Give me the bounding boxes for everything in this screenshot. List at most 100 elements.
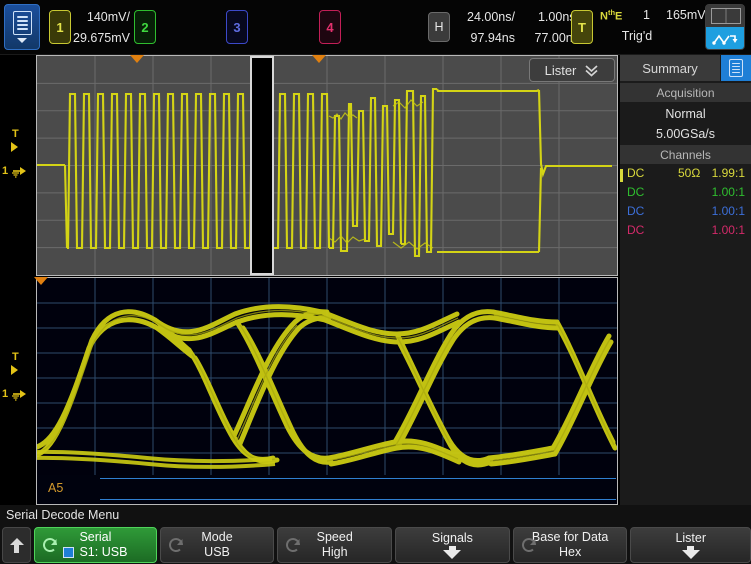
rotary-knob-icon (521, 537, 538, 554)
summary-channel-row-4: DC 1.00:1 (620, 223, 751, 242)
summary-document-icon[interactable] (721, 55, 751, 81)
upper-trigger-marker-label: T (12, 128, 19, 140)
horizontal-main-delay: 97.94ns (455, 28, 515, 49)
oscilloscope-screen: 1 140mV/ 29.675mV 2 3 4 H 24.00ns/ 97.94… (0, 0, 751, 564)
channel-1-offset: 29.675mV (72, 28, 130, 49)
submenu-down-arrow-icon (682, 546, 700, 559)
channel-1-color-tick (620, 169, 623, 182)
main-menu-button[interactable] (4, 4, 40, 50)
trigger-level: 165mV (666, 8, 706, 22)
trigger-button[interactable]: T (571, 10, 593, 44)
main-timebase-pane[interactable]: Lister (36, 55, 618, 276)
summary-channel-row-2: DC 1.00:1 (620, 185, 751, 204)
channel-3-button[interactable]: 3 (226, 10, 248, 44)
channel-4-button[interactable]: 4 (319, 10, 341, 44)
menu-title: Serial Decode Menu (6, 508, 119, 522)
softkey-serial-value: S1: USB (63, 545, 127, 560)
trigger-position-marker-upper[interactable] (130, 55, 144, 63)
zoom-position-marker-upper[interactable] (312, 55, 326, 63)
lister-button-label: Lister (545, 63, 577, 78)
channel-3-coupling: DC (627, 204, 644, 218)
chevron-down-icon (17, 38, 27, 43)
softkey-signals[interactable]: Signals (395, 527, 510, 563)
softkey-lister-label: Lister (675, 531, 706, 546)
channel-1-scale: 140mV/ (72, 7, 130, 28)
document-menu-icon (13, 11, 32, 35)
horizontal-button[interactable]: H (428, 12, 450, 42)
lower-trigger-marker-label: T (12, 351, 19, 363)
chevron-double-down-icon (584, 64, 599, 77)
summary-panel: Summary Acquisition Normal 5.00GSa/s Cha… (620, 55, 751, 505)
channels-section-header: Channels (620, 145, 751, 164)
waveform-nav-icon (706, 27, 744, 50)
zoom-region-window[interactable] (250, 56, 274, 275)
trigger-mode-suffix: E (615, 11, 622, 23)
softkey-base-value: Hex (559, 545, 581, 560)
horizontal-main-scale: 24.00ns/ (455, 7, 515, 28)
softkey-serial-label: Serial (79, 530, 111, 545)
softkey-lister[interactable]: Lister (630, 527, 751, 563)
softkey-mode-value: USB (204, 545, 230, 560)
horizontal-main-settings: 24.00ns/ 97.94ns (455, 7, 515, 49)
sample-rate-value: 5.00GSa/s (620, 124, 751, 144)
channel-2-probe: 1.00:1 (712, 185, 745, 199)
lister-toggle-button[interactable]: Lister (529, 58, 615, 82)
softkey-mode[interactable]: Mode USB (160, 527, 275, 563)
eye-pane-grid (37, 278, 617, 504)
channel-2-button[interactable]: 2 (134, 10, 156, 44)
rotary-knob-icon (285, 537, 302, 554)
zoom-eye-diagram-pane[interactable]: A5 (36, 277, 618, 505)
acquisition-section-header: Acquisition (620, 83, 751, 102)
softkey-row: Serial S1: USB Mode USB Spe (0, 526, 751, 564)
channel-1-coupling: DC (627, 166, 644, 180)
trigger-mode-label: NthE (600, 8, 622, 23)
softkey-signals-label: Signals (432, 531, 473, 546)
left-marker-gutter: T 1 T 1 S1 (0, 55, 36, 505)
channel-1-probe: 1.99:1 (712, 166, 745, 180)
trigger-source: 1 (643, 8, 650, 22)
softkey-serial[interactable]: Serial S1: USB (34, 527, 156, 563)
softkey-mode-label: Mode (201, 530, 232, 545)
back-up-button[interactable] (2, 527, 31, 563)
trigger-mode-prefix: N (600, 11, 608, 23)
channel-1-waveform-main (37, 56, 617, 275)
waveform-display-area: T 1 T 1 S1 (0, 55, 751, 505)
summary-title: Summary (620, 55, 720, 81)
softkey-speed-value: High (322, 545, 348, 560)
trigger-mode-superscript: th (608, 8, 615, 17)
bottom-menu-bar: Serial Decode Menu Serial S1: USB (0, 505, 751, 564)
trigger-position-marker-lower[interactable] (34, 277, 48, 285)
submenu-down-arrow-icon (443, 546, 461, 559)
acquisition-mode-value: Normal (620, 104, 751, 124)
channel-1-settings: 140mV/ 29.675mV (72, 7, 130, 49)
softkey-base-for-data[interactable]: Base for Data Hex (513, 527, 628, 563)
decode-packet-label: A5 (48, 481, 63, 495)
channel-4-probe: 1.00:1 (712, 223, 745, 237)
top-toolbar: 1 140mV/ 29.675mV 2 3 4 H 24.00ns/ 97.94… (0, 0, 751, 55)
serial-decode-lane[interactable]: A5 (38, 475, 616, 503)
softkey-speed-label: Speed (317, 530, 353, 545)
channel-4-coupling: DC (627, 223, 644, 237)
softkey-base-label: Base for Data (532, 530, 608, 545)
rotary-knob-icon (168, 537, 185, 554)
lower-ground-marker[interactable]: 1 (2, 386, 30, 402)
upper-ground-marker[interactable]: 1 (2, 163, 30, 179)
summary-channel-row-1: DC 50Ω 1.99:1 (620, 166, 751, 185)
channel-3-probe: 1.00:1 (712, 204, 745, 218)
channel-2-coupling: DC (627, 185, 644, 199)
lower-trigger-marker-arrow[interactable] (11, 365, 18, 375)
rotary-knob-icon (42, 537, 59, 554)
grid-display-icon (706, 5, 744, 27)
summary-channel-row-3: DC 1.00:1 (620, 204, 751, 223)
trigger-status: Trig'd (596, 29, 678, 43)
display-nav-button[interactable] (705, 4, 745, 50)
softkey-speed[interactable]: Speed High (277, 527, 392, 563)
summary-header: Summary (620, 55, 751, 81)
up-arrow-icon (10, 538, 24, 553)
channel-1-button[interactable]: 1 (49, 10, 71, 44)
upper-trigger-marker-arrow[interactable] (11, 142, 18, 152)
main-pane-grid (37, 56, 617, 275)
serial-bus-swatch (63, 547, 74, 558)
channel-1-impedance: 50Ω (678, 166, 700, 180)
channel-1-eye-diagram (37, 278, 617, 504)
